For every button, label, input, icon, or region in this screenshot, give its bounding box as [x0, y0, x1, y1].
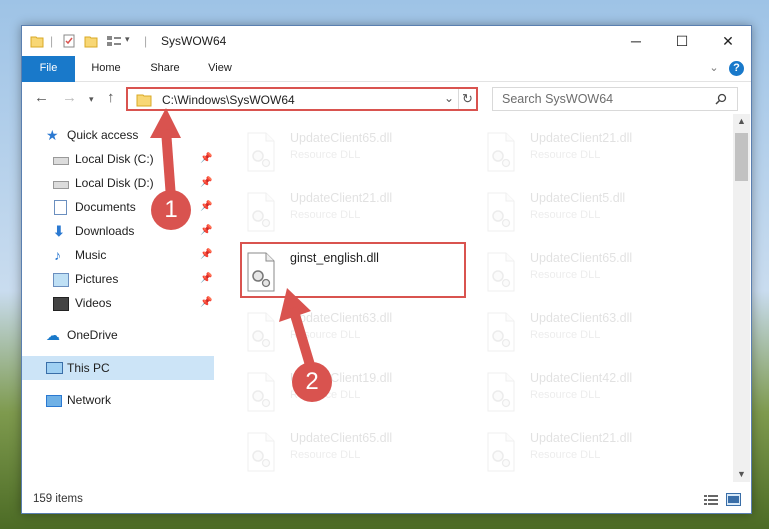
arrow-1-shaft	[161, 129, 176, 199]
step-badge-1: 1	[151, 190, 191, 230]
arrow-2-shaft	[288, 306, 315, 367]
step-badge-2: 2	[292, 362, 332, 402]
annotation-arrows	[150, 108, 315, 367]
